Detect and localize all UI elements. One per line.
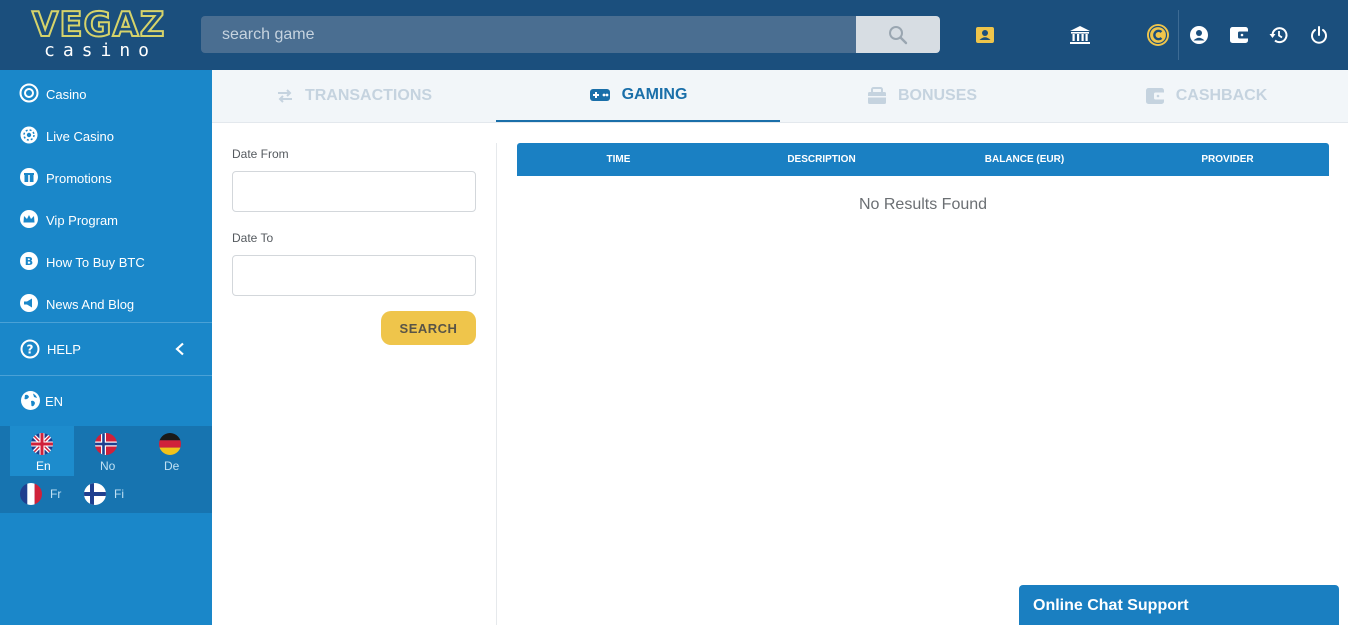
search-game-input[interactable] [201, 16, 856, 53]
date-to-field[interactable] [232, 255, 476, 296]
sidebar-item-casino[interactable]: Casino [0, 72, 212, 114]
column-header-time: TIME [606, 154, 631, 165]
header-divider [1178, 10, 1179, 60]
france-flag-icon [20, 483, 42, 505]
date-from-field[interactable] [232, 171, 476, 212]
germany-flag-icon [159, 433, 181, 455]
empty-results-message: No Results Found [858, 196, 988, 213]
sidebar-item-live-casino[interactable]: Live Casino [0, 114, 212, 156]
svg-text:B: B [25, 255, 33, 268]
gamepad-icon [589, 88, 611, 102]
bank-icon[interactable] [1067, 22, 1093, 48]
sidebar-item-label: Live Casino [46, 129, 114, 144]
account-icon[interactable] [1186, 22, 1212, 48]
sidebar-item-how-to-buy-btc[interactable]: B How To Buy BTC [0, 240, 212, 282]
column-header-provider: PROVIDER [1201, 154, 1254, 165]
sidebar-item-label: How To Buy BTC [46, 255, 145, 270]
sidebar-item-vip-program[interactable]: Vip Program [0, 198, 212, 240]
search-icon [889, 25, 908, 44]
gift-icon [20, 168, 38, 186]
date-from-label: Date From [232, 147, 289, 161]
language-option-fr[interactable]: Fr [10, 478, 74, 510]
swap-arrows-icon [276, 88, 294, 104]
norway-flag-icon [95, 433, 117, 455]
cashback-wallet-icon [1145, 87, 1165, 105]
sidebar: Casino Live Casino Promotions Vip Progra… [0, 70, 212, 625]
brand-logo[interactable]: VEGAZ casino [0, 0, 212, 70]
tab-cashback[interactable]: CASHBACK [1064, 70, 1348, 122]
language-option-en[interactable]: En [10, 426, 74, 476]
results-table-header: TIME DESCRIPTION BALANCE (EUR) PROVIDER [517, 143, 1329, 176]
history-tabs: TRANSACTIONS GAMING BONUSES CASHBACK [212, 70, 1348, 123]
column-header-balance: BALANCE (EUR) [984, 154, 1065, 165]
search-button[interactable] [856, 16, 940, 53]
live-casino-icon [20, 126, 38, 144]
online-chat-support-button[interactable]: Online Chat Support [1019, 585, 1339, 625]
sidebar-item-label: News And Blog [46, 297, 135, 312]
language-option-no[interactable]: No [74, 426, 138, 476]
language-label: En [36, 459, 51, 473]
power-icon[interactable] [1306, 22, 1332, 48]
column-header-description: DESCRIPTION [787, 154, 856, 165]
tab-gaming[interactable]: GAMING [496, 70, 780, 122]
tab-label: BONUSES [897, 87, 978, 104]
help-label: HELP [47, 342, 81, 357]
top-header: VEGAZ casino [0, 0, 1348, 70]
help-menu-toggle[interactable]: ? HELP [0, 323, 212, 375]
sidebar-item-news-and-blog[interactable]: News And Blog [0, 282, 212, 324]
language-label: Fr [50, 487, 62, 501]
chevron-left-icon [175, 342, 184, 356]
globe-icon [21, 391, 40, 410]
svg-text:?: ? [27, 343, 34, 357]
crown-icon [20, 210, 38, 228]
megaphone-icon [20, 294, 38, 312]
casino-chip-icon [19, 83, 39, 103]
bitcoin-icon: B [20, 252, 38, 270]
language-label: De [164, 459, 180, 473]
language-label: No [100, 459, 116, 473]
history-icon[interactable] [1266, 22, 1292, 48]
tab-transactions[interactable]: TRANSACTIONS [212, 70, 496, 122]
uk-flag-icon [31, 433, 53, 455]
logo-title: VEGAZ [31, 5, 166, 45]
sidebar-item-label: Promotions [46, 171, 112, 186]
help-icon: ? [20, 339, 40, 359]
sidebar-item-label: Vip Program [46, 213, 119, 228]
finland-flag-icon [84, 483, 106, 505]
id-card-icon[interactable] [972, 22, 998, 48]
language-option-de[interactable]: De [138, 426, 202, 476]
logo-subtitle: casino [44, 40, 158, 61]
bonus-coin-icon[interactable] [1145, 22, 1171, 48]
sidebar-item-label: Casino [46, 87, 87, 102]
search-history-button[interactable]: SEARCH [381, 311, 476, 345]
wallet-icon[interactable] [1226, 22, 1252, 48]
language-current: EN [45, 394, 64, 409]
bonus-box-icon [867, 87, 887, 105]
tab-label: TRANSACTIONS [304, 87, 433, 104]
panel-divider [496, 143, 497, 625]
tab-bonuses[interactable]: BONUSES [780, 70, 1064, 122]
sidebar-item-promotions[interactable]: Promotions [0, 156, 212, 198]
tab-label: CASHBACK [1175, 87, 1268, 104]
language-options: En No De Fr Fi [0, 426, 212, 513]
language-option-fi[interactable]: Fi [74, 478, 138, 510]
language-label: Fi [114, 487, 124, 501]
tab-label: GAMING [621, 86, 688, 103]
date-to-label: Date To [232, 231, 274, 245]
language-selector[interactable]: EN [0, 375, 212, 426]
